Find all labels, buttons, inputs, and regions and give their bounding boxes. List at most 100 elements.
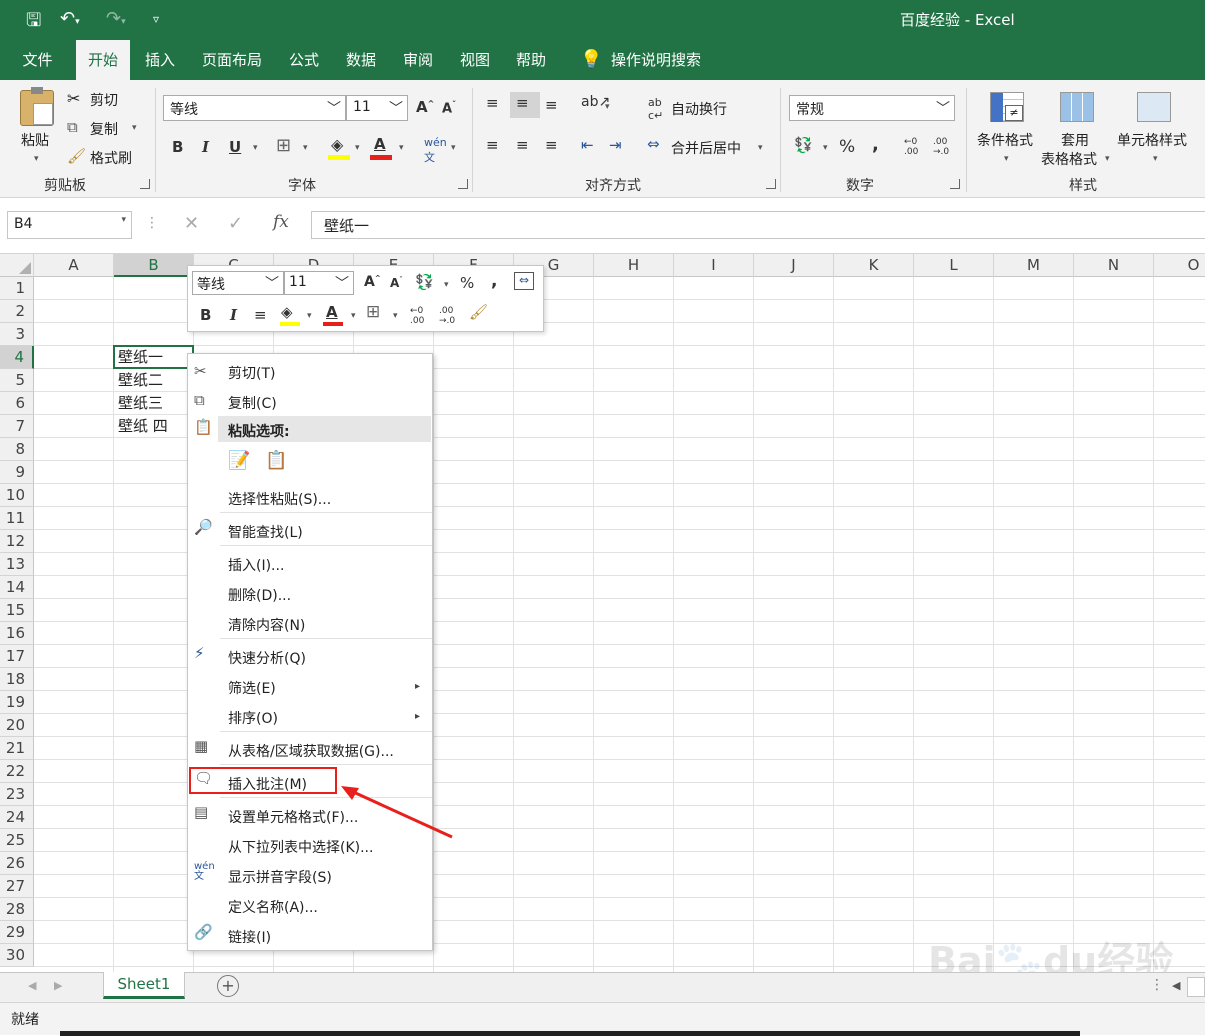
formula-input[interactable]: 壁纸一 <box>311 211 1205 239</box>
mini-size-combo[interactable]: 11 ﹀ <box>284 271 354 295</box>
sheet-tab-sheet1[interactable]: Sheet1 <box>103 972 185 999</box>
align-right-icon[interactable]: ≡ <box>545 136 558 154</box>
conditional-formatting-icon[interactable]: ≠ <box>990 92 1024 122</box>
save-icon[interactable]: 🖫 <box>26 8 41 38</box>
column-header-a[interactable]: A <box>34 254 114 277</box>
menu-clear-contents[interactable]: 清除内容(N) <box>228 615 305 635</box>
row-header[interactable]: 3 <box>0 323 34 346</box>
tell-me-search[interactable]: 操作说明搜索 <box>606 40 706 80</box>
row-header[interactable]: 26 <box>0 852 34 875</box>
row-header[interactable]: 6 <box>0 392 34 415</box>
column-header-j[interactable]: J <box>754 254 834 277</box>
row-header[interactable]: 12 <box>0 530 34 553</box>
alignment-launcher[interactable] <box>766 179 776 189</box>
currency-icon[interactable]: 💱 <box>794 136 813 154</box>
tab-file[interactable]: 文件 <box>10 40 65 80</box>
tab-data[interactable]: 数据 <box>338 40 384 80</box>
undo-icon[interactable]: ↶▾ <box>60 8 80 29</box>
row-header[interactable]: 23 <box>0 783 34 806</box>
name-box[interactable]: B4 ▾ <box>7 211 132 239</box>
column-header-b[interactable]: B <box>114 254 194 277</box>
column-header-h[interactable]: H <box>594 254 674 277</box>
mini-percent-icon[interactable]: % <box>460 274 474 292</box>
format-painter-button[interactable]: 格式刷 <box>90 148 132 168</box>
bold-icon[interactable]: B <box>172 138 183 156</box>
font-color-icon[interactable]: A <box>374 135 386 153</box>
cut-icon[interactable]: ✂ <box>67 89 80 108</box>
font-launcher[interactable] <box>458 179 468 189</box>
mini-italic-icon[interactable]: I <box>230 306 237 324</box>
copy-button[interactable]: 复制 <box>90 119 118 139</box>
select-all-corner[interactable] <box>0 254 34 277</box>
row-header[interactable]: 16 <box>0 622 34 645</box>
comma-icon[interactable]: , <box>872 134 879 155</box>
menu-smart-lookup[interactable]: 智能查找(L) <box>228 522 303 542</box>
mini-bold-icon[interactable]: B <box>200 306 211 324</box>
enter-icon[interactable]: ✓ <box>228 213 243 234</box>
row-header[interactable]: 25 <box>0 829 34 852</box>
horizontal-scrollbar[interactable] <box>1187 977 1205 997</box>
menu-get-data[interactable]: 从表格/区域获取数据(G)... <box>228 741 394 761</box>
row-header[interactable]: 15 <box>0 599 34 622</box>
paste-option-formulas-icon[interactable]: 📝 <box>228 450 250 471</box>
mini-grow-font-icon[interactable]: A^ <box>364 274 381 290</box>
mini-borders-icon[interactable]: ⊞ <box>366 302 380 322</box>
row-header[interactable]: 17 <box>0 645 34 668</box>
menu-cut[interactable]: 剪切(T) <box>228 363 275 383</box>
format-painter-icon[interactable]: 🖌 <box>67 147 86 165</box>
number-format-combo[interactable]: 常规 ﹀ <box>789 95 955 121</box>
decrease-decimal-icon[interactable]: .00 →.0 <box>933 137 949 157</box>
tab-formulas[interactable]: 公式 <box>280 40 328 80</box>
format-as-table-icon[interactable] <box>1060 92 1094 122</box>
merge-center-button[interactable]: 合并后居中 <box>671 138 741 158</box>
align-bottom-icon[interactable]: ≡ <box>545 96 558 114</box>
phonetic-icon[interactable]: wén 文 <box>424 136 447 165</box>
row-header[interactable]: 28 <box>0 898 34 921</box>
cell-styles-icon[interactable] <box>1137 92 1171 122</box>
row-header[interactable]: 8 <box>0 438 34 461</box>
row-header[interactable]: 27 <box>0 875 34 898</box>
menu-paste-special[interactable]: 选择性粘贴(S)... <box>228 489 331 509</box>
number-launcher[interactable] <box>950 179 960 189</box>
column-header-l[interactable]: L <box>914 254 994 277</box>
tab-help[interactable]: 帮助 <box>507 40 555 80</box>
menu-filter[interactable]: 筛选(E) <box>228 678 276 698</box>
row-header[interactable]: 5 <box>0 369 34 392</box>
clipboard-launcher[interactable] <box>140 179 150 189</box>
cut-button[interactable]: 剪切 <box>90 90 118 110</box>
conditional-formatting-button[interactable]: 条件格式 <box>977 130 1033 150</box>
column-header-n[interactable]: N <box>1074 254 1154 277</box>
align-top-icon[interactable]: ≡ <box>486 94 499 112</box>
fill-color-icon[interactable]: ◈ <box>331 135 343 154</box>
row-header[interactable]: 4 <box>0 346 34 369</box>
worksheet-grid[interactable]: A B C D E F G H I J K L M N O 1 2 3 4 5 … <box>0 254 1205 972</box>
mini-shrink-font-icon[interactable]: Aˇ <box>390 276 403 290</box>
paste-option-values-icon[interactable]: 📋 <box>265 450 287 471</box>
mini-decrease-decimal-icon[interactable]: .00 →.0 <box>439 306 455 326</box>
cell-b6[interactable]: 壁纸三 <box>118 392 163 415</box>
row-header[interactable]: 9 <box>0 461 34 484</box>
increase-indent-icon[interactable]: ⇥ <box>609 136 622 154</box>
mini-merge-icon[interactable]: ⇔ <box>514 272 534 290</box>
row-header[interactable]: 21 <box>0 737 34 760</box>
paste-button[interactable]: 粘贴 <box>21 130 49 150</box>
insert-function-icon[interactable]: fx <box>273 212 289 232</box>
paste-icon[interactable] <box>20 87 54 126</box>
cell-b5[interactable]: 壁纸二 <box>118 369 163 392</box>
menu-link[interactable]: 链接(I) <box>228 927 271 947</box>
cell-b7[interactable]: 壁纸 四 <box>118 415 168 438</box>
decrease-indent-icon[interactable]: ⇤ <box>581 136 594 154</box>
italic-icon[interactable]: I <box>202 138 209 156</box>
add-sheet-icon[interactable]: + <box>217 975 239 997</box>
menu-copy[interactable]: 复制(C) <box>228 393 277 413</box>
row-header[interactable]: 14 <box>0 576 34 599</box>
hscroll-left-icon[interactable]: ◀ <box>1172 979 1180 992</box>
menu-show-phonetic[interactable]: 显示拼音字段(S) <box>228 867 332 887</box>
mini-format-painter-icon[interactable]: 🖌 <box>469 303 488 321</box>
column-header-m[interactable]: M <box>994 254 1074 277</box>
row-header[interactable]: 30 <box>0 944 34 967</box>
column-header-i[interactable]: I <box>674 254 754 277</box>
menu-quick-analysis[interactable]: 快速分析(Q) <box>228 648 306 668</box>
scroll-right-icon[interactable]: ▶ <box>54 979 62 992</box>
wrap-text-button[interactable]: 自动换行 <box>671 99 727 119</box>
